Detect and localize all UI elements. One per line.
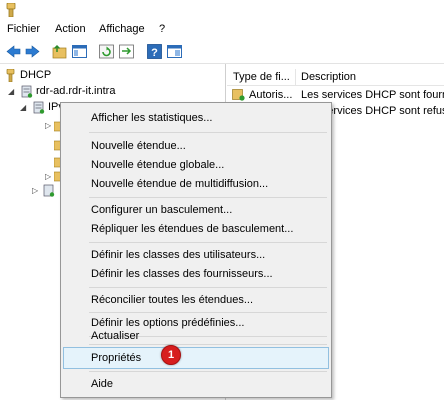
ipv6-icon [43,184,55,197]
menu-affichage[interactable]: Affichage [99,23,145,35]
menu-item-label: Nouvelle étendue... [91,140,186,152]
menu-item-label: Propriétés [91,352,142,364]
menu-item-label: Définir les classes des fournisseurs... [91,268,273,280]
menu-item-label: Aide [91,378,114,390]
title-bar [0,0,444,20]
help-icon[interactable]: ? [146,43,163,60]
toolbar: ? [0,39,444,64]
menu-item-classes-fournisseurs[interactable]: Définir les classes des fournisseurs... [63,263,329,285]
menu-item-repliquer-etendues[interactable]: Répliquer les étendues de basculement... [63,218,329,240]
tree-label-server: rdr-ad.rdr-it.intra [36,85,116,97]
collapse-arrow-icon[interactable]: ◢ [8,87,14,96]
svg-text:?: ? [151,47,158,59]
refresh-icon[interactable] [98,43,115,60]
expand-arrow-icon[interactable]: ▷ [45,172,51,181]
list-cell-type: Autoris... [249,89,293,101]
menu-item-label: Réconcilier toutes les étendues... [91,294,254,306]
column-header-type[interactable]: Type de fi... [233,71,290,83]
tree-node-ipv4[interactable]: ◢ IPv4 [20,100,70,116]
menu-separator [89,197,327,198]
authorized-status-icon [232,89,245,101]
menu-item-label: Afficher les statistiques... [91,112,213,124]
menu-item-nouvelle-etendue-multidiffusion[interactable]: Nouvelle étendue de multidiffusion... [63,173,329,195]
expand-arrow-icon[interactable]: ▷ [45,121,51,130]
menu-separator [89,132,327,133]
menu-fichier[interactable]: Fichier [7,23,40,35]
menu-separator [89,344,327,345]
list-item[interactable]: Autoris... Les services DHCP sont fourni… [227,87,444,103]
menu-separator [89,371,327,372]
menu-item-label: Nouvelle étendue de multidiffusion... [91,178,269,190]
menu-item-afficher-statistiques[interactable]: Afficher les statistiques... [63,107,329,129]
column-divider[interactable] [295,69,296,86]
menu-item-reconcilier[interactable]: Réconcilier toutes les étendues... [63,289,329,311]
ipv4-icon [33,101,45,114]
menu-help[interactable]: ? [159,23,165,35]
server-icon [21,85,33,98]
list-cell-description: Les services DHCP sont fournis [301,89,444,101]
show-hide-tree-icon[interactable] [71,43,88,60]
menu-bar: Fichier Action Affichage ? [0,20,444,39]
collapse-arrow-icon[interactable]: ◢ [20,103,26,112]
menu-item-label: Définir les classes des utilisateurs... [91,249,266,261]
list-header: Type de fi... Description [227,69,444,86]
up-folder-icon[interactable] [51,43,68,60]
properties-panel-icon[interactable] [166,43,183,60]
forward-arrow-icon[interactable] [24,43,41,60]
step-badge: 1 [161,345,181,365]
tree-label-dhcp: DHCP [20,69,52,81]
context-menu: Afficher les statistiques... Nouvelle ét… [60,102,332,398]
menu-separator [89,242,327,243]
dhcp-app-icon [6,3,16,17]
menu-item-aide[interactable]: Aide [63,373,329,395]
menu-action[interactable]: Action [55,23,86,35]
dhcp-root-icon [6,69,15,82]
back-arrow-icon[interactable] [5,43,22,60]
menu-item-label: Nouvelle étendue globale... [91,159,225,171]
menu-item-label: Configurer un basculement... [91,204,233,216]
expand-arrow-icon[interactable]: ▷ [32,186,38,195]
menu-item-label: Répliquer les étendues de basculement... [91,223,294,235]
column-header-description[interactable]: Description [301,71,356,83]
menu-item-label: Actualiser [91,330,140,342]
menu-separator [89,287,327,288]
menu-item-proprietes[interactable]: Propriétés [63,347,329,369]
export-list-icon[interactable] [118,43,135,60]
